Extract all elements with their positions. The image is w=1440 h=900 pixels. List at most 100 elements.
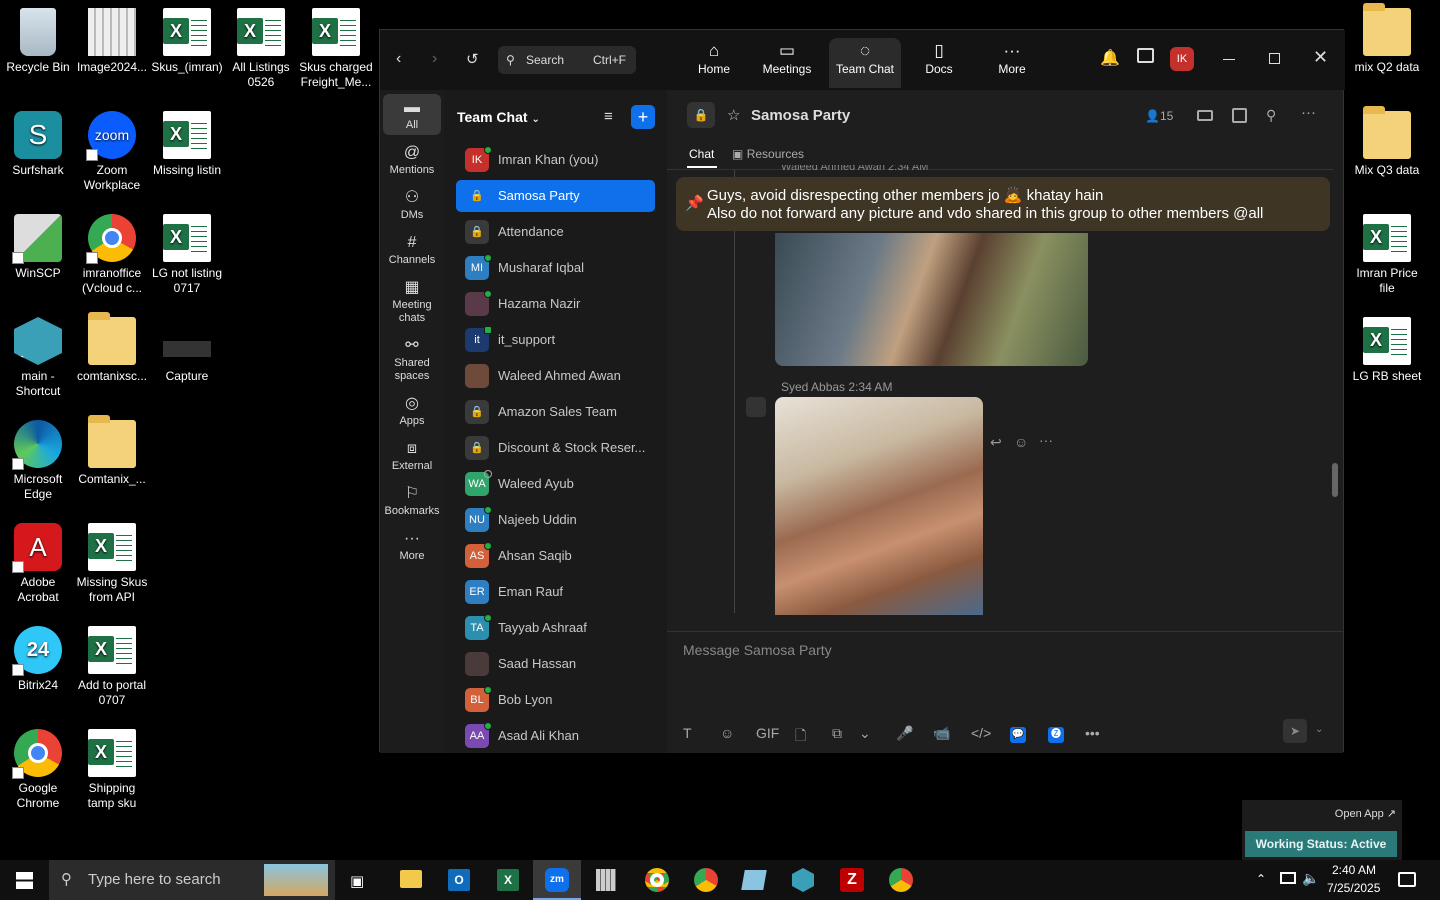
clock-time[interactable]: 2:40 AM [1332,863,1376,877]
list-item[interactable]: AA Asad Ali Khan [456,720,655,752]
chrome-icon[interactable] [645,868,669,892]
paper-icon[interactable] [741,870,767,890]
desktop-icon[interactable]: 24 Bitrix24 [0,626,76,693]
video-icon[interactable] [1197,110,1213,121]
rail-all[interactable]: ▬ All [383,94,441,135]
desktop-icon[interactable]: X Skus_(imran) [149,8,225,75]
scrollbar[interactable] [1332,463,1338,497]
desktop-icon[interactable]: A Adobe Acrobat [0,523,76,605]
desktop-icon[interactable]: comtanixsc... [74,312,150,384]
image-attachment[interactable] [775,397,983,615]
list-item[interactable]: WA Waleed Ayub [456,468,655,500]
open-app-button[interactable]: Open App ↗ [1335,807,1396,820]
composer-tool[interactable]: 💬 [1010,727,1026,743]
star-icon[interactable]: ☆ [727,106,740,124]
nav-docs[interactable]: ▯ Docs [903,38,975,88]
list-item[interactable]: TA Tayyab Ashraaf [456,612,655,644]
main-app-icon[interactable] [792,868,814,892]
rail-channels[interactable]: # Channels [383,229,441,270]
desktop-icon[interactable]: X Imran Price file [1349,214,1425,296]
task-view-icon[interactable]: ▣ [350,872,364,890]
more-icon[interactable]: ··· [1301,104,1316,121]
rail-shared-spaces[interactable]: ⚯ Shared spaces [383,332,441,386]
list-item[interactable]: Hazama Nazir [456,288,655,320]
desktop-icon[interactable]: X LG RB sheet [1349,317,1425,384]
desktop-icon[interactable]: X Missing listin [149,111,225,178]
network-icon[interactable] [1280,872,1296,884]
close-button[interactable]: ✕ [1313,47,1328,68]
desktop-icon[interactable]: zoom Zoom Workplace [74,111,150,193]
desktop-icon[interactable]: X Skus charged Freight_Me... [298,8,374,90]
zoom-taskbar-icon[interactable]: zm [533,860,581,900]
composer-tool[interactable]: ☺ [720,725,734,741]
pinned-message[interactable]: 📌 Guys, avoid disrespecting other member… [676,177,1330,231]
nav-home[interactable]: ⌂ Home [678,38,750,88]
nav-meetings[interactable]: ▭ Meetings [751,38,823,88]
list-item[interactable]: 🔒 Amazon Sales Team [456,396,655,428]
list-item[interactable]: it it_support [456,324,655,356]
desktop-icon[interactable]: Comtanix_... [74,415,150,487]
working-status[interactable]: Working Status: Active [1245,831,1397,857]
rail-apps[interactable]: ◎ Apps [383,390,441,431]
avatar[interactable] [746,397,766,417]
desktop-icon[interactable]: Microsoft Edge [0,420,76,502]
composer-tool[interactable]: ⌄ [859,725,871,742]
list-item[interactable]: AS Ahsan Saqib [456,540,655,572]
composer-tool[interactable]: 🗋 [795,725,806,749]
history-icon[interactable]: ↺ [466,50,479,68]
outlook-icon[interactable]: O [448,869,470,891]
desktop-icon[interactable]: X Missing Skus from API [74,523,150,605]
channel-name[interactable]: Samosa Party [751,107,850,124]
maximize-button[interactable] [1269,53,1280,64]
start-button[interactable] [16,872,33,889]
desktop-icon[interactable]: Mix Q3 data [1349,106,1425,178]
desktop-icon[interactable]: main - Shortcut [0,317,76,399]
members-count[interactable]: 👤15 [1145,109,1173,123]
chrome-icon[interactable] [889,868,913,892]
reply-icon[interactable]: ↩ [990,434,1002,451]
list-item[interactable]: MI Musharaf Iqbal [456,252,655,284]
chevron-up-icon[interactable]: ⌃ [1256,872,1266,886]
message-input[interactable]: Message Samosa Party [683,642,832,658]
list-item[interactable]: BL Bob Lyon [456,684,655,716]
list-item[interactable]: IK Imran Khan (you) [456,144,655,176]
desktop-icon[interactable]: mix Q2 data [1349,3,1425,75]
composer-tool[interactable]: ⧉ [832,725,842,742]
desktop-icon[interactable]: Image2024... [74,8,150,75]
send-button[interactable]: ➤ [1283,719,1307,743]
search-box[interactable]: ⚲ Search Ctrl+F [498,46,636,74]
desktop-icon[interactable]: S Surfshark [0,111,76,178]
notification-icon[interactable] [1398,872,1416,887]
list-item[interactable]: Waleed Ahmed Awan [456,360,655,392]
tab-resources[interactable]: ▣ Resources [732,147,804,161]
rail-mentions[interactable]: @ Mentions [383,139,441,180]
rail-bookmarks[interactable]: ⚐ Bookmarks [383,480,441,521]
list-item[interactable]: 🔒 Samosa Party [456,180,655,212]
back-arrow-icon[interactable]: ‹ [396,50,401,68]
avatar[interactable]: IK [1170,47,1194,71]
composer-tool[interactable]: </> [971,725,991,741]
image-attachment[interactable] [775,233,1088,366]
react-icon[interactable]: ☺ [1014,434,1028,450]
message-more-icon[interactable]: ··· [1039,432,1053,448]
nav-more[interactable]: ··· More [976,38,1048,88]
calculator-icon[interactable] [596,869,616,891]
chrome-icon[interactable] [694,868,718,892]
list-item[interactable]: 🔒 Discount & Stock Reser... [456,432,655,464]
new-chat-button[interactable]: + [631,105,655,129]
composer-tool[interactable]: ••• [1085,725,1100,741]
desktop-icon[interactable]: WinSCP [0,214,76,281]
desktop-icon[interactable]: X Add to portal 0707 [74,626,150,708]
rail-more[interactable]: ··· More [383,525,441,566]
rail-external[interactable]: ⧈ External [383,435,441,476]
forward-arrow-icon[interactable]: › [432,50,437,68]
composer-tool[interactable]: T [683,725,692,741]
chevron-down-icon[interactable]: ⌄ [1315,724,1323,735]
minimize-button[interactable] [1223,59,1235,60]
search-icon[interactable]: ⚲ [1266,107,1276,124]
list-item[interactable]: NU Najeeb Uddin [456,504,655,536]
filezilla-icon[interactable]: Z [840,868,864,892]
gift-icon[interactable] [1137,48,1154,63]
list-item[interactable]: Saad Hassan [456,648,655,680]
composer-tool[interactable]: GIF [756,725,779,741]
